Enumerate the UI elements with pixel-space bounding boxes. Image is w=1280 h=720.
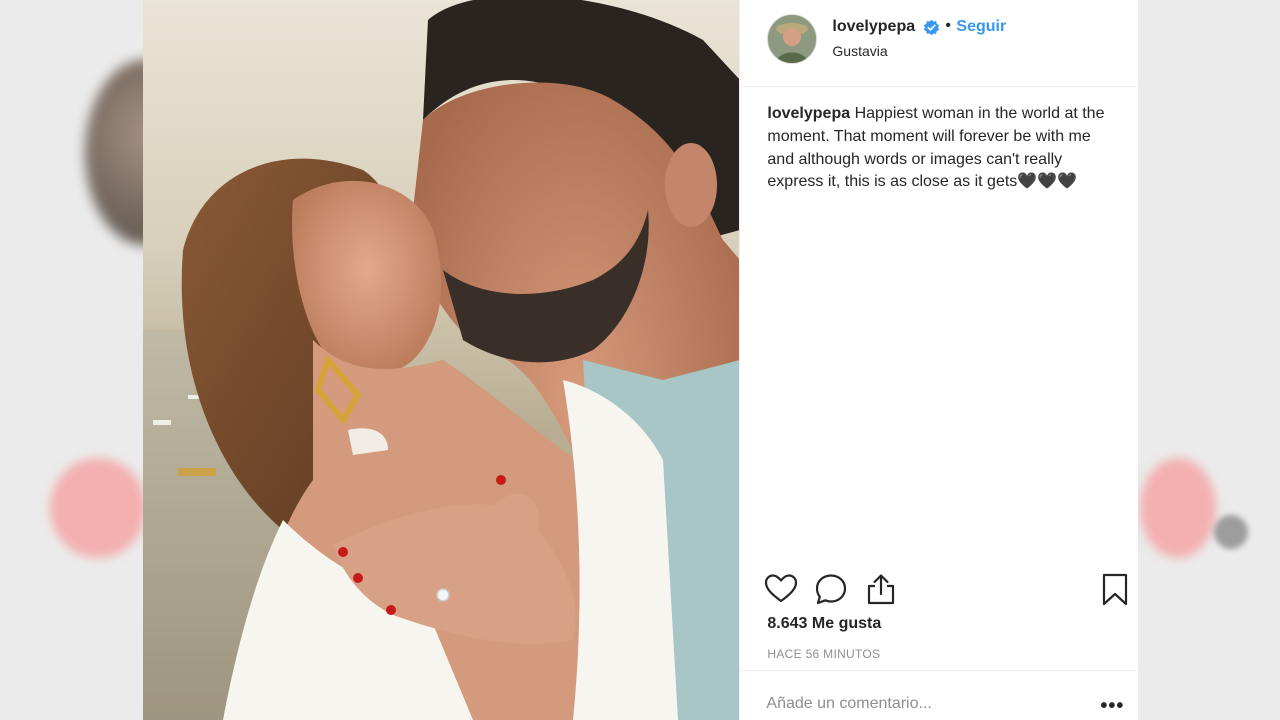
post-modal: lovelypepa • Seguir Gustavia lovelypepa … (143, 0, 1138, 720)
comment-bubble-icon[interactable] (814, 572, 848, 606)
location-link[interactable]: Gustavia (832, 43, 887, 59)
post-timestamp: HACE 56 MINUTOS (767, 647, 881, 661)
avatar[interactable] (767, 14, 818, 64)
post-caption: lovelypepa Happiest woman in the world a… (767, 103, 1112, 194)
background-dot (1214, 515, 1248, 549)
header-username[interactable]: lovelypepa (832, 18, 915, 36)
verified-badge-icon (923, 19, 940, 36)
likes-count[interactable]: 8.643 Me gusta (767, 615, 881, 633)
more-options-icon[interactable]: ••• (1100, 695, 1124, 718)
follow-button[interactable]: Seguir (956, 18, 1006, 36)
post-header: lovelypepa • Seguir Gustavia (740, 0, 1138, 87)
comment-input[interactable] (766, 695, 1067, 713)
heart-icon[interactable] (764, 572, 798, 606)
post-photo (143, 0, 740, 720)
caption-username[interactable]: lovelypepa (767, 105, 850, 122)
post-sidebar: lovelypepa • Seguir Gustavia lovelypepa … (739, 0, 1138, 720)
separator-dot: • (945, 17, 952, 34)
comment-bar: ••• (740, 670, 1138, 720)
share-icon[interactable] (864, 572, 898, 606)
background-button-right (1140, 458, 1216, 558)
action-bar (740, 570, 1138, 610)
background-button-left (50, 458, 146, 558)
bookmark-icon[interactable] (1098, 572, 1132, 606)
